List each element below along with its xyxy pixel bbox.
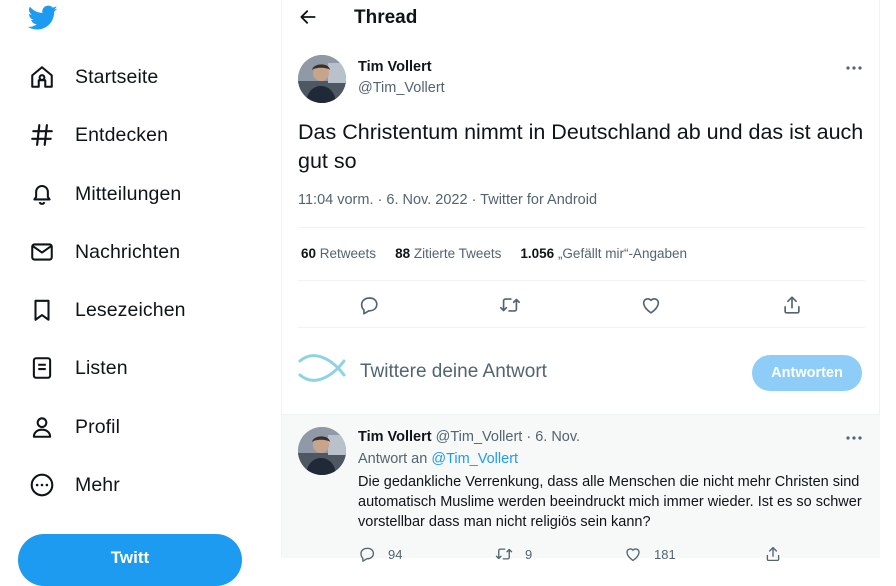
nav-home[interactable]: Startseite [22,55,262,99]
profile-icon [22,407,62,447]
tweet-meta: 11:04 vorm. · 6. Nov. 2022 · Twitter for… [298,192,597,208]
nav-lists[interactable]: Listen [22,346,262,390]
likes-count: 1.056 [520,246,555,261]
share-icon [766,546,780,562]
reply-to-line: Antwort an @Tim_Vollert [358,451,518,467]
mail-icon [22,232,62,272]
tweet-stats: 60 Retweets 88 Zitierte Tweets 1.056 „Ge… [301,246,706,261]
nav-messages-label: Nachrichten [75,240,181,263]
reply-to-label: Antwort an [358,451,432,467]
reply-button[interactable] [357,293,381,317]
hashtag-icon [22,115,62,155]
nav-profile[interactable]: Profil [22,405,262,449]
author-name[interactable]: Tim Vollert [358,59,432,75]
nav-profile-label: Profil [75,415,121,438]
twitter-logo-icon[interactable] [28,5,58,31]
more-circle-icon [22,465,62,505]
likes-stat[interactable]: 1.056 „Gefällt mir“-Angaben [520,246,687,261]
reply-date[interactable]: 6. Nov. [535,429,580,445]
right-gutter [880,0,896,557]
reply-author-avatar[interactable] [298,427,346,475]
retweets-label: Retweets [316,246,377,261]
tweet-date[interactable]: 6. Nov. 2022 [386,192,467,208]
nav-more[interactable]: Mehr [22,463,262,507]
reply-input[interactable]: Twittere deine Antwort [360,361,547,383]
home-icon [22,57,62,97]
share-button[interactable] [780,293,804,317]
divider [298,327,865,328]
nav-bookmarks-label: Lesezeichen [75,298,186,321]
author-avatar[interactable] [298,55,346,103]
ichthys-avatar-icon [298,351,348,385]
tweet-button[interactable]: Twitt [18,534,242,586]
divider [298,227,865,228]
thread-header: Thread [282,0,880,36]
nav-notifications-label: Mitteilungen [75,182,182,205]
reply-icon [360,297,378,315]
divider [298,280,865,281]
back-button[interactable] [295,4,321,30]
reply-retweet-button[interactable]: 9 [495,545,532,563]
likes-label: „Gefällt mir“-Angaben [554,246,687,261]
reply-retweets-count: 9 [525,546,533,562]
quote-tweets-stat[interactable]: 88 Zitierte Tweets [395,246,501,261]
heart-icon [626,548,640,562]
nav-home-label: Startseite [75,65,159,88]
like-button[interactable] [639,293,663,317]
list-icon [22,348,62,388]
retweets-count: 60 [301,246,317,261]
quotes-count: 88 [395,246,411,261]
retweets-stat[interactable]: 60 Retweets [301,246,376,261]
nav-more-label: Mehr [75,473,120,496]
author-handle[interactable]: @Tim_Vollert [358,80,445,96]
reply-reply-button[interactable]: 94 [358,545,402,563]
reply-text: Die gedankliche Verrenkung, dass alle Me… [358,474,862,530]
reply-submit-button[interactable]: Antworten [752,355,862,391]
more-dots-icon [846,436,862,440]
nav-explore-label: Entdecken [75,123,169,146]
tweet-text: Das Christentum nimmt in Deutschland ab … [298,120,864,173]
reply-separator: · [522,429,536,445]
share-icon [784,296,800,314]
reply-icon [360,547,375,562]
tweet-more-button[interactable] [841,58,867,78]
page-title: Thread [354,7,418,28]
nav-messages[interactable]: Nachrichten [22,230,262,274]
reply-to-mention[interactable]: @Tim_Vollert [431,451,518,467]
reply-author-name[interactable]: Tim Vollert [358,429,432,445]
tweet-source[interactable]: Twitter for Android [480,192,597,208]
bookmark-icon [22,290,62,330]
quotes-label: Zitierte Tweets [410,246,502,261]
meta-separator: · [373,192,387,208]
reply-replies-count: 94 [388,546,403,562]
nav-notifications[interactable]: Mitteilungen [22,172,262,216]
nav-lists-label: Listen [75,356,128,379]
tweet-time[interactable]: 11:04 vorm. [298,192,374,208]
thread-column: Thread Tim Vollert @Tim_Vollert Das Chri… [281,0,880,562]
bell-icon [22,174,62,214]
reply-more-button[interactable] [841,428,867,448]
reply-author-handle[interactable]: @Tim_Vollert [436,429,523,445]
reply-tweet[interactable]: Tim Vollert @Tim_Vollert · 6. Nov. Antwo… [282,414,880,562]
heart-icon [642,298,660,314]
arrow-left-icon [300,10,316,24]
meta-separator: · [467,192,481,208]
reply-likes-count: 181 [654,546,676,562]
retweet-icon [495,548,513,560]
reply-header: Tim Vollert @Tim_Vollert · 6. Nov. [358,429,580,445]
reply-like-button[interactable]: 181 [624,545,676,563]
nav-explore[interactable]: Entdecken [22,113,262,157]
retweet-button[interactable] [498,293,522,317]
sidebar: Startseite Entdecken Mitteilungen Nachri… [0,0,281,586]
retweet-icon [500,298,520,312]
more-dots-icon [846,66,862,70]
reply-share-button[interactable] [764,545,782,563]
nav-bookmarks[interactable]: Lesezeichen [22,288,262,332]
